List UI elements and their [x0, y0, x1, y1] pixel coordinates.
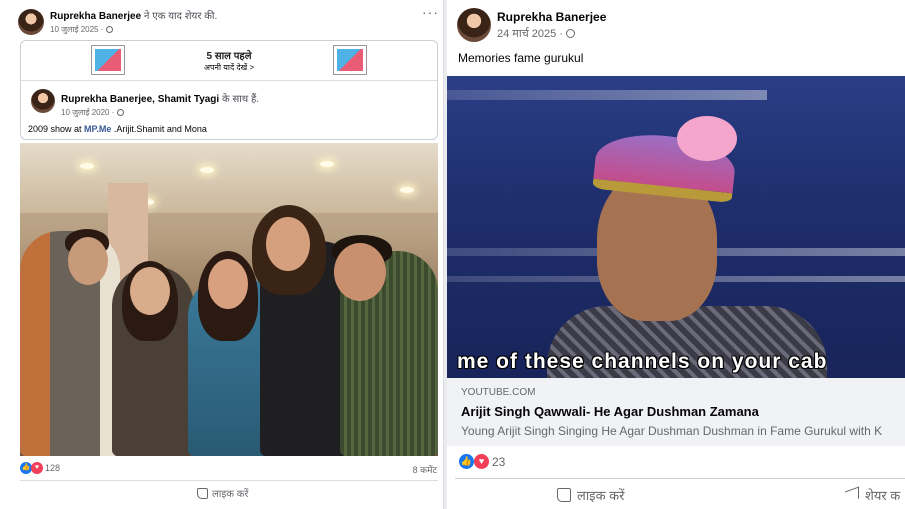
globe-icon — [117, 109, 125, 116]
like-label: लाइक करें — [577, 488, 625, 503]
thumbs-up-icon — [557, 488, 571, 502]
globe-icon — [106, 26, 114, 33]
post-caption: 2009 show at MP.Me .Arijit.Shamit and Mo… — [28, 124, 207, 134]
screenshot: Ruprekha Banerjee ने एक याद शेयर की. 10 … — [0, 0, 905, 509]
reaction-count: 128 — [45, 463, 61, 473]
like-button[interactable]: लाइक करें — [197, 486, 249, 500]
link-title[interactable]: Arijit Singh Qawwali- He Agar Dushman Za… — [461, 404, 891, 419]
memory-banner[interactable]: 5 साल पहले अपनी यादें देखें > — [21, 41, 437, 81]
divider — [20, 480, 438, 481]
like-button[interactable]: लाइक करें — [557, 486, 624, 504]
video-thumbnail[interactable]: me of these channels on your cab — [447, 76, 905, 378]
post-text: Memories fame gurukul — [458, 51, 584, 65]
video-subtitle: me of these channels on your cab — [457, 350, 828, 373]
author-name[interactable]: Ruprekha Banerjee — [50, 11, 141, 22]
memory-title: 5 साल पहले — [206, 51, 252, 62]
author-name[interactable]: Ruprekha Banerjee — [497, 10, 606, 24]
right-post: Ruprekha Banerjee 24 मार्च 2025 · Memori… — [447, 0, 905, 509]
left-post: Ruprekha Banerjee ने एक याद शेयर की. 10 … — [0, 0, 444, 509]
like-label: लाइक करें — [212, 489, 249, 500]
memory-sticker-icon — [333, 45, 367, 75]
caption-link[interactable]: MP.Me — [84, 124, 111, 134]
reaction-count: 23 — [492, 454, 506, 469]
avatar[interactable] — [457, 8, 491, 42]
tagged-with-text: के साथ हैं. — [219, 94, 260, 105]
more-options-button[interactable]: ··· — [422, 4, 439, 20]
post-action: ने एक याद शेयर की. — [141, 11, 218, 22]
shared-post-date[interactable]: 10 जुलाई 2020 · — [61, 107, 114, 118]
avatar[interactable] — [31, 89, 55, 113]
globe-icon — [565, 28, 575, 38]
shared-post-header: Ruprekha Banerjee, Shamit Tyagi के साथ ह… — [21, 81, 437, 121]
reaction-summary[interactable]: 👍 ♥ 128 — [20, 462, 60, 474]
left-post-header: Ruprekha Banerjee ने एक याद शेयर की. 10 … — [18, 8, 438, 35]
share-button[interactable]: शेयर क — [845, 486, 900, 504]
thumbs-up-icon — [197, 487, 208, 499]
link-domain: YOUTUBE.COM — [461, 387, 536, 398]
like-icon: 👍 — [459, 454, 474, 469]
tagged-authors[interactable]: Ruprekha Banerjee, Shamit Tyagi — [61, 94, 219, 105]
group-photo[interactable] — [20, 143, 438, 456]
share-icon — [845, 486, 859, 504]
comment-count[interactable]: 8 कमेंट — [413, 463, 437, 476]
share-label: शेयर क — [865, 488, 901, 503]
post-date[interactable]: 10 जुलाई 2025 · — [50, 24, 103, 35]
love-icon: ♥ — [474, 454, 489, 469]
divider — [455, 478, 905, 479]
link-preview[interactable]: YOUTUBE.COM Arijit Singh Qawwali- He Aga… — [447, 378, 905, 446]
avatar[interactable] — [18, 8, 44, 35]
right-post-header: Ruprekha Banerjee 24 मार्च 2025 · — [457, 8, 606, 42]
see-memories-link[interactable]: अपनी यादें देखें > — [21, 62, 437, 73]
love-icon: ♥ — [31, 462, 43, 474]
link-description: Young Arijit Singh Singing He Agar Dushm… — [461, 424, 883, 438]
post-date[interactable]: 24 मार्च 2025 · — [497, 26, 563, 41]
reaction-summary[interactable]: 👍 ♥ 23 — [459, 454, 505, 469]
